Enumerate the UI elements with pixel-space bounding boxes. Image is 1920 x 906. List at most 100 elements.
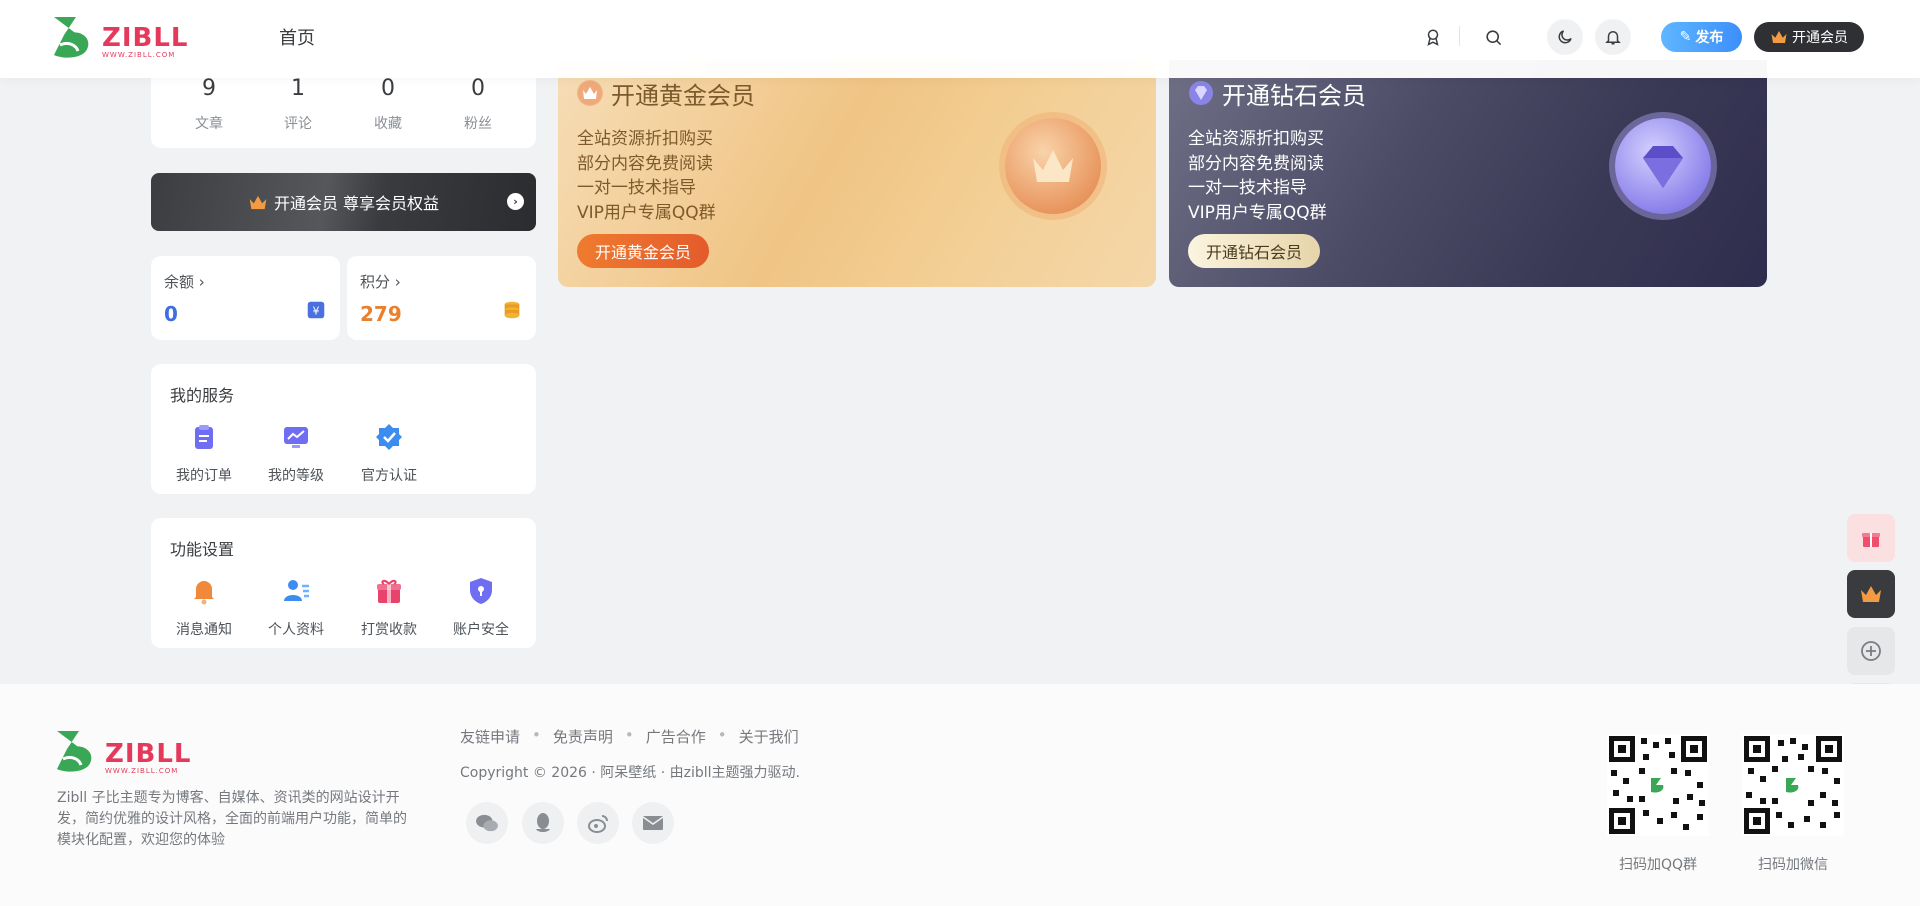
footer-link-advertising[interactable]: 广告合作 [646, 726, 706, 747]
diamond-gem-icon [1188, 80, 1214, 106]
site-header: ZIBLL WWW.ZIBLL.COM 首页 ✎ 发布 开通会员 [0, 0, 1920, 78]
verified-badge-icon [376, 424, 402, 450]
function-notifications[interactable]: 消息通知 [164, 576, 244, 639]
stat-label: 粉丝 [464, 116, 492, 132]
function-label: 个人资料 [268, 622, 324, 638]
stat-label: 收藏 [374, 116, 402, 132]
float-gift-button[interactable] [1847, 514, 1895, 562]
weibo-icon [588, 815, 608, 833]
chart-monitor-icon [284, 427, 308, 448]
vip-promo-banner[interactable]: 开通会员 尊享会员权益 › [151, 173, 536, 231]
services-title: 我的服务 [170, 386, 235, 405]
coins-icon [501, 299, 523, 325]
stat-value: 0 [381, 76, 395, 101]
publish-button[interactable]: ✎ 发布 [1661, 22, 1742, 52]
gold-medal-icon [1005, 118, 1101, 214]
service-label: 我的订单 [176, 468, 232, 484]
badge-icon[interactable] [1415, 19, 1451, 55]
stat-value: 9 [202, 76, 216, 101]
clipboard-icon [195, 425, 213, 449]
gold-vip-card: 开通黄金会员 全站资源折扣购买 部分内容免费阅读 一对一技术指导 VIP用户专属… [558, 60, 1156, 287]
points-card[interactable]: 积分 › 279 [347, 256, 536, 340]
balance-value: 0 [164, 302, 178, 326]
stat-comments[interactable]: 1 评论 [263, 76, 333, 133]
bell-icon[interactable] [1595, 19, 1631, 55]
stat-articles[interactable]: 9 文章 [174, 76, 244, 133]
function-security[interactable]: 账户安全 [441, 576, 521, 639]
footer-link-disclaimer[interactable]: 免责声明 [553, 726, 613, 747]
footer-qq-button[interactable] [522, 802, 564, 844]
logo-mark-icon [57, 731, 92, 772]
footer-email-button[interactable] [632, 802, 674, 844]
site-footer: ZIBLL WWW.ZIBLL.COM Zibll 子比主题专为博客、自媒体、资… [0, 684, 1920, 906]
open-diamond-vip-button[interactable]: 开通钻石会员 [1188, 234, 1321, 268]
open-vip-button[interactable]: 开通会员 [1754, 22, 1864, 52]
footer-link-about[interactable]: 关于我们 [739, 726, 799, 747]
crown-icon [1771, 31, 1787, 43]
function-label: 账户安全 [453, 622, 509, 638]
vip-banner-label: 开通会员 尊享会员权益 [273, 194, 440, 213]
logo-subtitle: WWW.ZIBLL.COM [102, 51, 176, 59]
gift-icon [377, 579, 401, 603]
diamond-perk: VIP用户专属QQ群 [1188, 203, 1327, 223]
stat-favorites[interactable]: 0 收藏 [353, 76, 423, 133]
footer-logo-subtitle: WWW.ZIBLL.COM [105, 767, 179, 775]
search-icon[interactable] [1475, 19, 1511, 55]
logo-text: ZIBLL [102, 23, 189, 53]
balance-card[interactable]: 余额 › 0 ¥ [151, 256, 340, 340]
publish-label: 发布 [1695, 30, 1724, 46]
service-level[interactable]: 我的等级 [256, 422, 336, 485]
float-add-button[interactable] [1847, 627, 1895, 675]
wechat-qrcode-label: 扫码加微信 [1758, 857, 1828, 873]
function-rewards[interactable]: 打赏收款 [349, 576, 429, 639]
nav-home-link[interactable]: 首页 [279, 24, 315, 50]
plus-circle-icon [1861, 641, 1881, 661]
wechat-qrcode [1742, 734, 1844, 836]
header-divider [1459, 26, 1460, 46]
diamond-medal-icon [1615, 118, 1711, 214]
gift-icon [1862, 533, 1880, 547]
service-label: 官方认证 [361, 468, 417, 484]
gold-perk: 部分内容免费阅读 [577, 154, 713, 174]
function-settings-card: 功能设置 消息通知 个人资料 打赏收款 账户安全 [151, 518, 536, 648]
user-profile-icon [284, 580, 309, 601]
site-logo[interactable]: ZIBLL WWW.ZIBLL.COM [52, 15, 202, 61]
crown-icon [249, 195, 267, 209]
stat-label: 文章 [195, 116, 223, 132]
svg-text:¥: ¥ [313, 305, 320, 318]
stat-label: 评论 [284, 116, 312, 132]
gold-perk: VIP用户专属QQ群 [577, 203, 716, 223]
shield-icon [470, 578, 492, 604]
service-orders[interactable]: 我的订单 [164, 422, 244, 485]
footer-copyright: Copyright © 2026 · 阿呆壁纸 · 由zibll主题强力驱动. [460, 765, 800, 781]
footer-link-friendlinks[interactable]: 友链申请 [460, 726, 520, 747]
open-vip-label: 开通会员 [1792, 30, 1848, 46]
qrcode-image-icon [1744, 736, 1842, 834]
dark-mode-icon[interactable] [1547, 19, 1583, 55]
diamond-vip-card: 开通钻石会员 全站资源折扣购买 部分内容免费阅读 一对一技术指导 VIP用户专属… [1169, 60, 1767, 287]
points-value: 279 [360, 302, 402, 326]
mail-icon [642, 816, 664, 830]
function-label: 消息通知 [176, 622, 232, 638]
qq-group-qrcode [1607, 734, 1709, 836]
gold-vip-title: 开通黄金会员 [611, 82, 755, 110]
service-verification[interactable]: 官方认证 [349, 422, 429, 485]
gold-crown-icon [577, 80, 603, 106]
diamond-perk: 部分内容免费阅读 [1188, 154, 1324, 174]
footer-wechat-button[interactable] [466, 802, 508, 844]
footer-logo[interactable]: ZIBLL WWW.ZIBLL.COM [55, 729, 215, 781]
crown-icon [1861, 586, 1881, 602]
gold-perk: 全站资源折扣购买 [577, 129, 713, 149]
float-vip-button[interactable] [1847, 570, 1895, 618]
function-label: 打赏收款 [361, 622, 417, 638]
footer-description: Zibll 子比主题专为博客、自媒体、资讯类的网站设计开发，简约优雅的设计风格，… [57, 790, 407, 848]
gold-perk: 一对一技术指导 [577, 178, 696, 198]
pencil-icon: ✎ [1679, 29, 1692, 45]
stat-followers[interactable]: 0 粉丝 [443, 76, 513, 133]
diamond-perk: 一对一技术指导 [1188, 178, 1307, 198]
open-gold-vip-button[interactable]: 开通黄金会员 [577, 234, 710, 268]
link-separator: • [624, 726, 634, 744]
function-profile[interactable]: 个人资料 [256, 576, 336, 639]
service-label: 我的等级 [268, 468, 324, 484]
footer-weibo-button[interactable] [577, 802, 619, 844]
